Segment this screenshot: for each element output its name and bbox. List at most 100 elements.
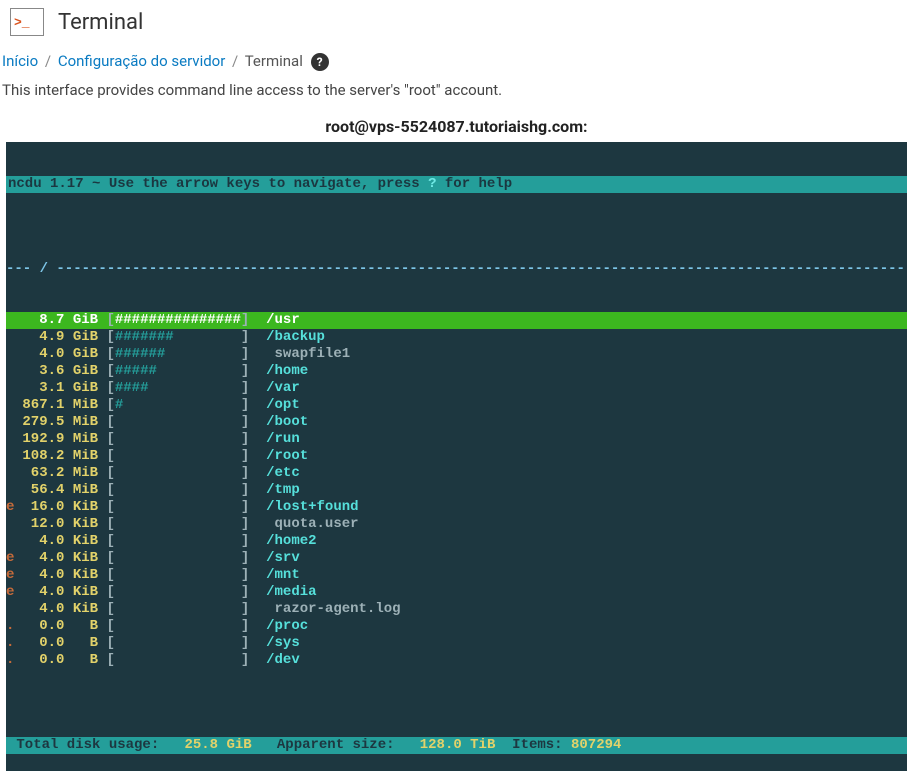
row-bar [115, 448, 241, 464]
row-bar-close: ] [241, 635, 249, 651]
ncdu-row[interactable]: 108.2 MiB [ ] /root [6, 448, 907, 465]
ncdu-row[interactable]: 63.2 MiB [ ] /etc [6, 465, 907, 482]
row-unit: KiB [73, 533, 98, 549]
row-mark [6, 601, 14, 618]
ncdu-row[interactable]: 12.0 KiB [ ] quota.user [6, 516, 907, 533]
breadcrumb-server-config[interactable]: Configuração do servidor [58, 52, 226, 70]
row-bar-close: ] [241, 312, 249, 328]
row-unit: GiB [73, 380, 98, 396]
row-unit: GiB [73, 329, 98, 345]
ncdu-row[interactable]: 4.0 KiB [ ] /home2 [6, 533, 907, 550]
footer-total-label: Total disk usage: [8, 737, 159, 753]
ncdu-row[interactable]: e 16.0 KiB [ ] /lost+found [6, 499, 907, 516]
help-icon[interactable]: ? [311, 53, 329, 71]
row-unit: MiB [73, 448, 98, 464]
ncdu-row[interactable]: 56.4 MiB [ ] /tmp [6, 482, 907, 499]
row-bar [115, 601, 241, 617]
breadcrumb: Início / Configuração do servidor / Term… [0, 48, 913, 81]
ncdu-row[interactable]: . 0.0 B [ ] /dev [6, 652, 907, 669]
ncdu-topbar: ncdu 1.17 ~ Use the arrow keys to naviga… [6, 176, 907, 193]
row-unit: KiB [73, 601, 98, 617]
row-name: /lost+found [266, 499, 358, 515]
row-bar [115, 465, 241, 481]
ncdu-row[interactable]: e 4.0 KiB [ ] /mnt [6, 567, 907, 584]
row-bar-open: [ [106, 567, 114, 583]
row-size: 0.0 [14, 618, 64, 634]
terminal-title: root@vps-5524087.tutoriaishg.com: [0, 117, 913, 136]
row-unit: KiB [73, 584, 98, 600]
terminal[interactable]: ncdu 1.17 ~ Use the arrow keys to naviga… [6, 142, 907, 771]
ncdu-row[interactable]: 4.0 KiB [ ] razor-agent.log [6, 601, 907, 618]
row-unit: GiB [73, 346, 98, 362]
ncdu-row[interactable]: 8.7 GiB [###############] /usr [6, 312, 907, 329]
ncdu-row[interactable]: e 4.0 KiB [ ] /media [6, 584, 907, 601]
row-mark [6, 312, 14, 329]
row-bar-open: [ [106, 431, 114, 447]
row-unit: GiB [73, 312, 98, 328]
row-bar [115, 652, 241, 668]
row-bar-close: ] [241, 414, 249, 430]
row-size: 8.7 [14, 312, 64, 328]
ncdu-hint-left: ncdu 1.17 ~ Use the arrow keys to naviga… [8, 176, 428, 192]
row-name: quota.user [266, 516, 358, 532]
ncdu-row[interactable]: 3.6 GiB [##### ] /home [6, 363, 907, 380]
row-unit: B [73, 635, 98, 651]
row-bar: # [115, 397, 241, 413]
row-bar-close: ] [241, 397, 249, 413]
ncdu-row[interactable]: 192.9 MiB [ ] /run [6, 431, 907, 448]
row-bar-open: [ [106, 516, 114, 532]
breadcrumb-sep: / [45, 52, 51, 70]
row-bar [115, 482, 241, 498]
row-bar-open: [ [106, 448, 114, 464]
ncdu-row[interactable]: . 0.0 B [ ] /sys [6, 635, 907, 652]
row-size: 4.0 [14, 601, 64, 617]
row-size: 4.0 [14, 533, 64, 549]
row-bar-open: [ [106, 584, 114, 600]
row-size: 192.9 [14, 431, 64, 447]
ncdu-row[interactable]: 4.0 GiB [###### ] swapfile1 [6, 346, 907, 363]
row-mark: . [6, 652, 14, 669]
ncdu-row[interactable]: 4.9 GiB [####### ] /backup [6, 329, 907, 346]
row-bar-close: ] [241, 516, 249, 532]
row-bar: ####### [115, 329, 241, 345]
row-name: /etc [266, 465, 300, 481]
footer-apparent: 128.0 TiB [420, 737, 496, 753]
ncdu-row[interactable]: 3.1 GiB [#### ] /var [6, 380, 907, 397]
row-bar-close: ] [241, 533, 249, 549]
row-bar [115, 499, 241, 515]
row-unit: MiB [73, 465, 98, 481]
ncdu-row[interactable]: 279.5 MiB [ ] /boot [6, 414, 907, 431]
row-size: 4.0 [14, 550, 64, 566]
row-bar-close: ] [241, 346, 249, 362]
row-name: /mnt [266, 567, 300, 583]
row-size: 12.0 [14, 516, 64, 532]
ncdu-row[interactable]: 867.1 MiB [# ] /opt [6, 397, 907, 414]
row-bar: #### [115, 380, 241, 396]
row-bar [115, 550, 241, 566]
row-name: /boot [266, 414, 308, 430]
ncdu-row[interactable]: . 0.0 B [ ] /proc [6, 618, 907, 635]
row-bar-close: ] [241, 618, 249, 634]
row-unit: KiB [73, 516, 98, 532]
breadcrumb-home[interactable]: Início [2, 52, 38, 70]
ncdu-path-line: --- / ----------------------------------… [6, 261, 907, 278]
row-bar: ############### [115, 312, 241, 328]
row-size: 4.0 [14, 346, 64, 362]
ncdu-body: --- / ----------------------------------… [6, 227, 907, 703]
row-bar-open: [ [106, 414, 114, 430]
row-name: /srv [266, 550, 300, 566]
ncdu-row[interactable]: e 4.0 KiB [ ] /srv [6, 550, 907, 567]
footer-apparent-label: Apparent size: [277, 737, 395, 753]
row-mark: e [6, 499, 14, 516]
row-name: /backup [266, 329, 325, 345]
row-size: 108.2 [14, 448, 64, 464]
row-size: 16.0 [14, 499, 64, 515]
row-size: 0.0 [14, 652, 64, 668]
row-name: /root [266, 448, 308, 464]
row-bar-close: ] [241, 584, 249, 600]
row-name: /usr [266, 312, 300, 328]
row-unit: KiB [73, 567, 98, 583]
row-bar-close: ] [241, 465, 249, 481]
row-bar-open: [ [106, 652, 114, 668]
row-bar-open: [ [106, 601, 114, 617]
